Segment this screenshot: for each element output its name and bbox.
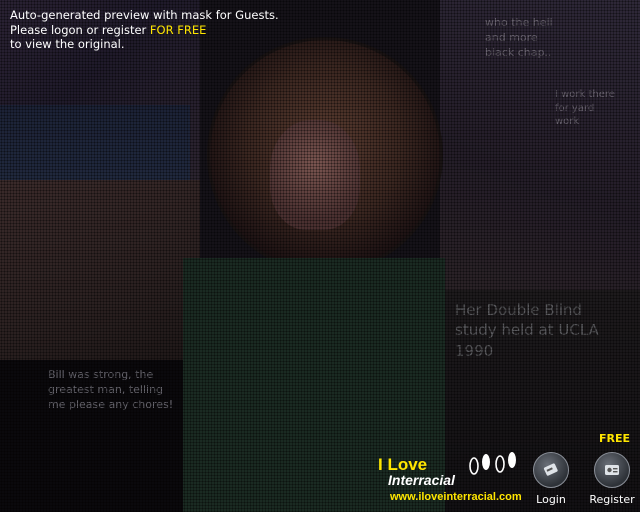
notice-line: to view the original. (10, 37, 125, 51)
comic-caption: who the hell and more black chap.. (485, 16, 553, 59)
free-badge: FREE (599, 432, 631, 445)
login-label: Login (536, 493, 566, 506)
site-url[interactable]: www.iloveinterracial.com (390, 491, 522, 503)
notice-text: Please logon or register (10, 22, 150, 37)
footprints-icon (469, 452, 516, 475)
free-highlight[interactable]: FOR FREE (150, 23, 206, 37)
comic-caption: I work there for yard work (555, 89, 615, 127)
guest-notice: Auto-generated preview with mask for Gue… (10, 8, 279, 52)
login-button[interactable]: Login (530, 452, 572, 506)
key-card-icon (533, 452, 569, 488)
portrait-face (270, 120, 360, 230)
register-button[interactable]: Register (587, 452, 637, 506)
preview-stage: who the hell and more black chap.. I wor… (0, 0, 640, 512)
notice-line: Auto-generated preview with mask for Gue… (10, 8, 279, 22)
comic-panel-blue (0, 105, 190, 180)
logo-line-2: Interracial (388, 472, 455, 488)
register-label: Register (589, 493, 635, 506)
notice-line: Please logon or register FOR FREE (10, 23, 279, 38)
comic-caption: Bill was strong, the greatest man, telli… (48, 368, 174, 411)
comic-caption: Her Double Blind study held at UCLA 1990 (455, 301, 599, 360)
id-card-icon (594, 452, 630, 488)
